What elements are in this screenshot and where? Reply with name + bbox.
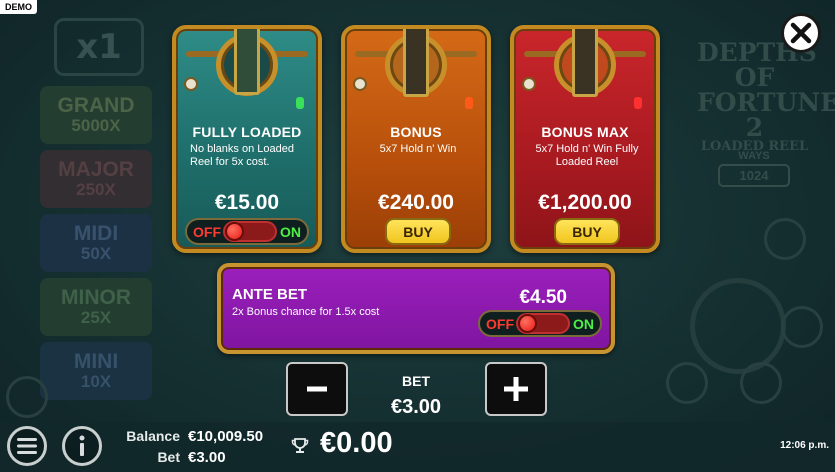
ante-bet-toggle[interactable]: OFF ON [478,310,602,337]
orange-lamp-icon [465,97,473,109]
balance-label: Balance [126,428,180,444]
footer-bet-value: €3.00 [188,449,226,466]
toggle-off-label: OFF [486,315,514,332]
info-icon [79,435,85,456]
clock: 12:06 p.m. [780,440,829,451]
card-title: BONUS [390,124,442,140]
bonus-reel-icon [403,29,429,97]
bonus-card: BONUS 5x7 Hold n' Win €240.00 BUY [341,25,491,253]
ante-bet-panel: ANTE BET 2x Bonus chance for 1.5x cost €… [217,263,615,354]
close-button[interactable] [781,13,821,53]
close-icon [790,22,812,44]
gauge-icon [522,77,536,91]
menu-button[interactable] [7,426,47,466]
green-lamp-icon [296,97,304,109]
increase-bet-button[interactable] [485,362,547,416]
fully-loaded-card: FULLY LOADED No blanks on Loaded Reel fo… [172,25,322,253]
bonus-max-card: BONUS MAX 5x7 Hold n' Win Fully Loaded R… [510,25,660,253]
ante-bet-title: ANTE BET [232,286,307,303]
bonus-max-buy-button[interactable]: BUY [554,218,620,245]
toggle-off-label: OFF [193,223,221,240]
card-title: BONUS MAX [541,124,629,140]
card-price: €240.00 [378,191,454,214]
ante-bet-description: 2x Bonus chance for 1.5x cost [232,306,380,318]
menu-icon [17,438,37,454]
bonus-max-reel-icon [572,29,598,97]
card-price: €1,200.00 [538,191,632,214]
card-description: 5x7 Hold n' Win Fully Loaded Reel [535,143,639,168]
toggle-knob [518,314,537,333]
balance-value: €10,009.50 [188,428,264,445]
decrease-bet-button[interactable] [286,362,348,416]
toggle-on-label: ON [280,223,301,240]
bet-label: BET [402,373,430,389]
bonus-buy-button[interactable]: BUY [385,218,451,245]
fully-loaded-toggle[interactable]: OFF ON [185,218,309,245]
bet-amount: €3.00 [390,396,442,418]
footer-bet-label: Bet [157,449,180,465]
plus-icon [504,377,528,401]
card-description: No blanks on Loaded Reel for 5x cost. [190,143,294,168]
card-description: 5x7 Hold n' Win [379,143,457,155]
demo-badge: DEMO [0,0,37,14]
red-lamp-icon [634,97,642,109]
gauge-icon [353,77,367,91]
toggle-knob [225,222,244,241]
ante-bet-price: €4.50 [519,287,567,308]
gauge-icon [184,77,198,91]
minus-icon [307,386,327,392]
toggle-on-label: ON [573,315,594,332]
trophy-icon [291,438,309,453]
card-title: FULLY LOADED [192,124,302,140]
info-button[interactable] [62,426,102,466]
loaded-reel-icon [234,29,260,95]
card-price: €15.00 [214,191,280,214]
win-amount: €0.00 [320,427,393,459]
